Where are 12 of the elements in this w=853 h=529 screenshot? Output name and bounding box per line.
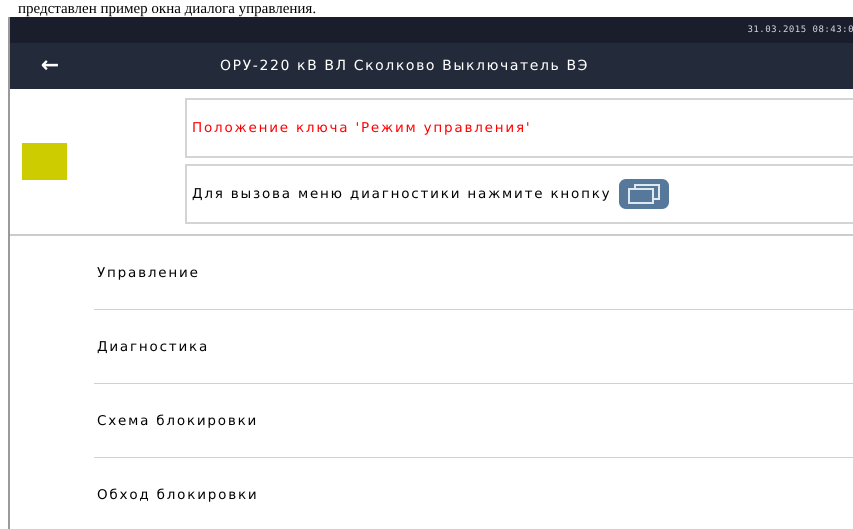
caption-text: представлен пример окна диалога управления. [17, 1, 316, 17]
date-time: 31.03.2015 08:43:0 [747, 25, 853, 35]
diagnostics-button[interactable] [619, 179, 670, 209]
hint-text: Для вызова меню диагностики нажмите кнопку [192, 186, 612, 202]
menu-item[interactable]: Обход блокировки [94, 486, 258, 502]
window-title: ОРУ-220 кВ ВЛ Сколково Выключатель ВЭ [220, 58, 590, 74]
menu-item[interactable]: Управление [94, 264, 200, 280]
alert-text: Положение ключа 'Режим управления' [192, 120, 532, 136]
back-icon[interactable]: ← [40, 55, 60, 77]
windows-icon [627, 183, 662, 205]
menu-item[interactable]: Диагностика [94, 338, 210, 354]
menu-item[interactable]: Схема блокировки [94, 412, 258, 428]
